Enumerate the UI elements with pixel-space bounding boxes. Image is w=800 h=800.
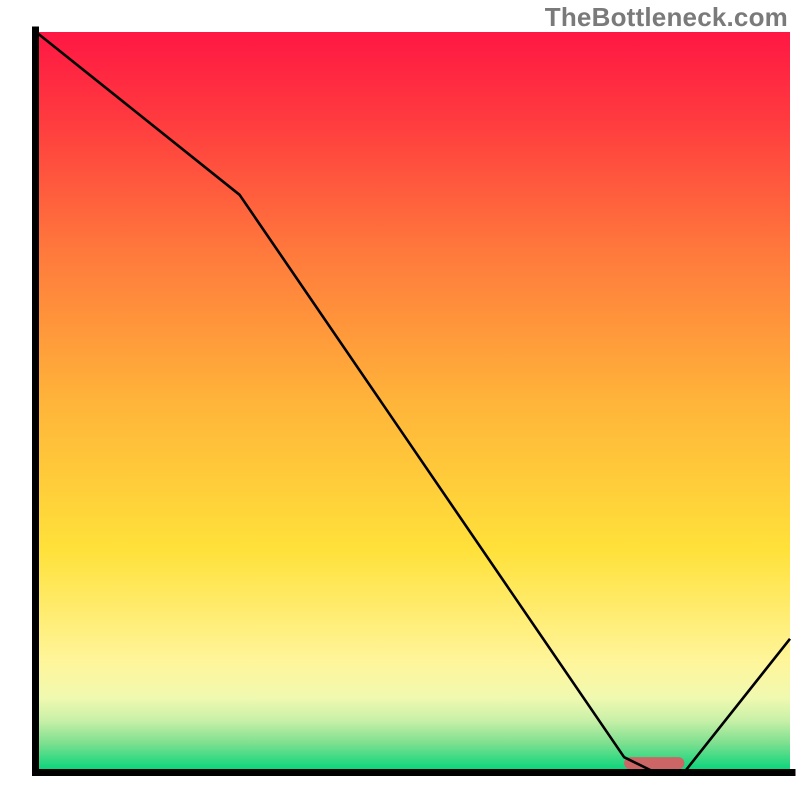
optimum-marker [624, 757, 684, 769]
bottleneck-chart [0, 0, 800, 800]
watermark-label: TheBottleneck.com [545, 2, 788, 33]
plot-background [36, 32, 790, 772]
chart-container: TheBottleneck.com [0, 0, 800, 800]
